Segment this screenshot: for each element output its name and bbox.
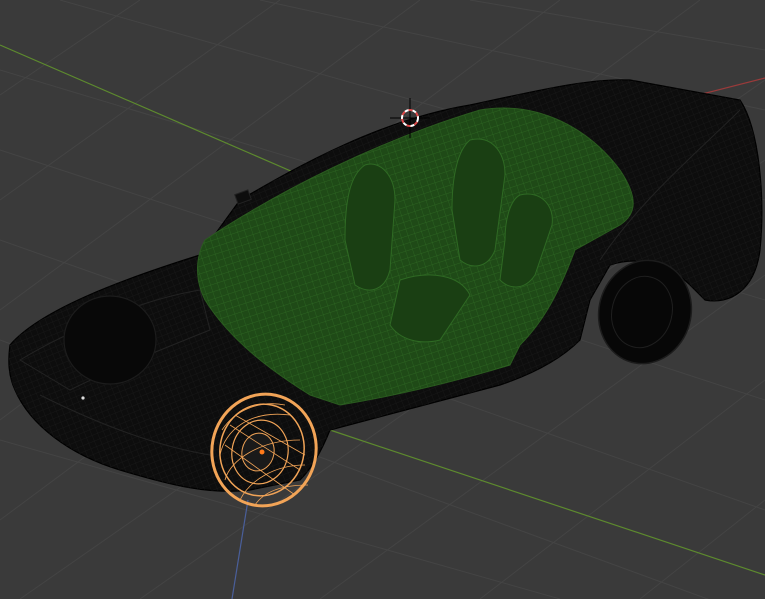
viewport-canvas[interactable] xyxy=(0,0,765,599)
3d-viewport[interactable] xyxy=(0,0,765,599)
front-left-wheel-mesh[interactable] xyxy=(63,295,157,385)
z-axis-line xyxy=(231,499,249,599)
wheel-origin-dot xyxy=(259,449,265,455)
y-axis-line-front xyxy=(329,429,765,576)
car-interior-mesh[interactable] xyxy=(197,107,634,406)
vertex-dot xyxy=(81,396,85,400)
y-axis-line xyxy=(0,44,301,176)
